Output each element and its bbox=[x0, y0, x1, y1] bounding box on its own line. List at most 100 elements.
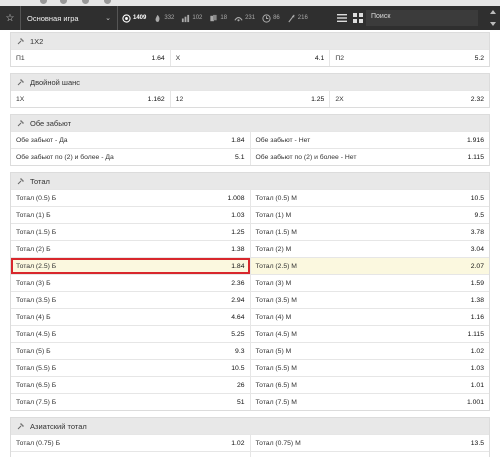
bet-outcome[interactable]: Тотал (3) М 1.59 bbox=[249, 275, 490, 291]
market-header[interactable]: Азиатский тотал bbox=[11, 418, 489, 434]
outcome-label: Тотал (0.5) Б bbox=[16, 194, 57, 202]
list-view-icon[interactable] bbox=[336, 12, 348, 24]
bet-outcome[interactable]: Тотал (2.5) М 2.07 bbox=[249, 258, 489, 274]
bet-outcome[interactable]: Тотал (2) М 3.04 bbox=[249, 241, 490, 257]
bet-outcome[interactable]: П2 5.2 bbox=[329, 50, 489, 66]
outcome-odd: 1.115 bbox=[467, 330, 484, 338]
stat-filter-all-events[interactable]: 1409 bbox=[122, 13, 147, 23]
grid-view-icon[interactable] bbox=[352, 12, 364, 24]
outcome-odd: 2.94 bbox=[231, 296, 245, 304]
pin-icon[interactable] bbox=[17, 119, 25, 127]
market-header[interactable]: Обе забьют bbox=[11, 115, 489, 131]
bet-outcome[interactable]: Обе забьют - Нет 1.916 bbox=[249, 132, 490, 148]
bet-outcome[interactable]: Тотал (1.5) Б 1.25 bbox=[11, 224, 250, 240]
pin-icon[interactable] bbox=[17, 177, 25, 185]
outcome-label: Тотал (1.5) Б bbox=[16, 228, 57, 236]
odds-row: Тотал (5.5) Б 10.5 Тотал (5.5) М 1.03 bbox=[11, 359, 489, 376]
market-block: Тотал Тотал (0.5) Б 1.008 Тотал (0.5) М 10.5… bbox=[10, 172, 490, 411]
stat-filter-hot[interactable]: 332 bbox=[153, 14, 174, 23]
bet-outcome[interactable]: Тотал (3) Б 2.36 bbox=[11, 275, 250, 291]
event-stats: 1409 332 102 18 231 86 216 bbox=[118, 6, 312, 30]
market-toolbar: ☆ Основная игра ⌄ 1409 332 102 18 231 86 216 П… bbox=[0, 6, 500, 30]
chart-icon bbox=[181, 14, 190, 23]
corner-icon bbox=[287, 14, 296, 23]
stat-filter-signal[interactable]: 231 bbox=[234, 14, 255, 23]
bet-outcome[interactable]: Обе забьют по (2) и более - Да 5.1 bbox=[11, 149, 250, 165]
bet-outcome[interactable]: Обе забьют по (2) и более - Нет 1.115 bbox=[249, 149, 490, 165]
bet-outcome[interactable]: Тотал (3.5) М 1.38 bbox=[249, 292, 490, 308]
stat-filter-chart[interactable]: 102 bbox=[181, 14, 202, 23]
bet-outcome[interactable]: Тотал (4.5) Б 5.25 bbox=[11, 326, 250, 342]
odds-row: П1 1.64 X 4.1 П2 5.2 bbox=[11, 49, 489, 66]
outcome-odd: 1.02 bbox=[231, 439, 245, 447]
outcome-odd: 1.38 bbox=[231, 245, 245, 253]
bet-outcome[interactable]: Тотал (7.5) М 1.001 bbox=[249, 394, 490, 410]
bet-outcome[interactable]: П1 1.64 bbox=[11, 50, 170, 66]
outcome-label: X bbox=[175, 54, 181, 62]
pin-icon[interactable] bbox=[17, 37, 25, 45]
signal-icon bbox=[234, 14, 243, 23]
stat-count: 332 bbox=[164, 15, 175, 21]
outcome-odd: 13.5 bbox=[470, 439, 484, 447]
outcome-label: Тотал (2) Б bbox=[16, 245, 51, 253]
market-header[interactable]: 1X2 bbox=[11, 33, 489, 49]
market-header[interactable]: Тотал bbox=[11, 173, 489, 189]
bet-outcome[interactable]: Тотал (1.25) Б1.15 bbox=[11, 452, 250, 457]
bet-outcome[interactable]: 12 1.25 bbox=[169, 91, 330, 107]
favorite-star-icon[interactable]: ☆ bbox=[0, 13, 20, 24]
bet-outcome[interactable]: 2X 2.32 bbox=[329, 91, 489, 107]
chevron-down-icon: ⌄ bbox=[105, 15, 111, 22]
bet-outcome[interactable]: Тотал (0.5) М 10.5 bbox=[249, 190, 490, 206]
bet-outcome[interactable]: 1X 1.162 bbox=[11, 91, 170, 107]
bet-outcome[interactable]: Тотал (4) Б 4.64 bbox=[11, 309, 250, 325]
bet-outcome[interactable]: Тотал (1) М 9.5 bbox=[249, 207, 490, 223]
bet-outcome[interactable]: Тотал (1.5) М 3.78 bbox=[249, 224, 490, 240]
odds-row: Тотал (1.5) Б 1.25 Тотал (1.5) М 3.78 bbox=[11, 223, 489, 240]
bet-outcome[interactable]: Тотал (0.75) М 13.5 bbox=[249, 435, 490, 451]
odds-row: Тотал (4) Б 4.64 Тотал (4) М 1.16 bbox=[11, 308, 489, 325]
outcome-odd: 9.5 bbox=[474, 211, 484, 219]
pin-icon[interactable] bbox=[17, 422, 25, 430]
bet-outcome[interactable]: Тотал (1.25) М5.4 bbox=[249, 452, 490, 457]
outcome-odd: 26 bbox=[236, 381, 245, 389]
market-title: Обе забьют bbox=[30, 118, 72, 128]
bet-outcome[interactable]: Тотал (1) Б 1.03 bbox=[11, 207, 250, 223]
bet-outcome[interactable]: Тотал (6.5) М 1.01 bbox=[249, 377, 490, 393]
outcome-label: Обе забьют по (2) и более - Да bbox=[16, 153, 114, 161]
bet-outcome[interactable]: Тотал (7.5) Б 51 bbox=[11, 394, 250, 410]
bet-outcome[interactable]: Тотал (6.5) Б 26 bbox=[11, 377, 250, 393]
odds-row: Обе забьют - Да 1.84 Обе забьют - Нет 1.916 bbox=[11, 131, 489, 148]
hot-icon bbox=[153, 14, 162, 23]
bet-outcome-selected[interactable]: Тотал (2.5) Б 1.84 bbox=[11, 258, 250, 274]
bet-outcome[interactable]: Обе забьют - Да 1.84 bbox=[11, 132, 250, 148]
bet-outcome[interactable]: Тотал (5.5) М 1.03 bbox=[249, 360, 490, 376]
game-mode-select[interactable]: Основная игра ⌄ bbox=[21, 6, 117, 30]
strip-dot-icon bbox=[40, 0, 47, 4]
outcome-label: Тотал (4) М bbox=[255, 313, 292, 321]
bet-outcome[interactable]: Тотал (4.5) М 1.115 bbox=[249, 326, 490, 342]
bet-outcome[interactable]: Тотал (0.75) Б 1.02 bbox=[11, 435, 250, 451]
bet-outcome[interactable]: Тотал (0.5) Б 1.008 bbox=[11, 190, 250, 206]
stat-filter-clock[interactable]: 86 bbox=[262, 13, 280, 23]
outcome-label: Тотал (6.5) М bbox=[255, 381, 297, 389]
bet-outcome[interactable]: Тотал (4) М 1.16 bbox=[249, 309, 490, 325]
pin-icon[interactable] bbox=[17, 78, 25, 86]
stat-filter-corner[interactable]: 216 bbox=[287, 14, 308, 23]
search-input[interactable]: Поиск bbox=[366, 10, 478, 26]
outcome-label: Тотал (5) М bbox=[255, 347, 292, 355]
odds-row: Тотал (3) Б 2.36 Тотал (3) М 1.59 bbox=[11, 274, 489, 291]
market-title: Двойной шанс bbox=[30, 77, 81, 87]
bet-outcome[interactable]: Тотал (5) Б 9.3 bbox=[11, 343, 250, 359]
outcome-odd: 10.5 bbox=[231, 364, 245, 372]
bet-outcome[interactable]: Тотал (2) Б 1.38 bbox=[11, 241, 250, 257]
strip-dot-icon bbox=[82, 0, 89, 4]
outcome-odd: 1.01 bbox=[470, 381, 484, 389]
bet-outcome[interactable]: Тотал (3.5) Б 2.94 bbox=[11, 292, 250, 308]
market-header[interactable]: Двойной шанс bbox=[11, 74, 489, 90]
bet-outcome[interactable]: X 4.1 bbox=[169, 50, 330, 66]
stat-count: 1409 bbox=[133, 15, 147, 21]
bet-outcome[interactable]: Тотал (5) М 1.02 bbox=[249, 343, 490, 359]
bet-outcome[interactable]: Тотал (5.5) Б 10.5 bbox=[11, 360, 250, 376]
stat-filter-cards[interactable]: 18 bbox=[209, 14, 227, 23]
scroll-handle[interactable] bbox=[490, 8, 496, 28]
